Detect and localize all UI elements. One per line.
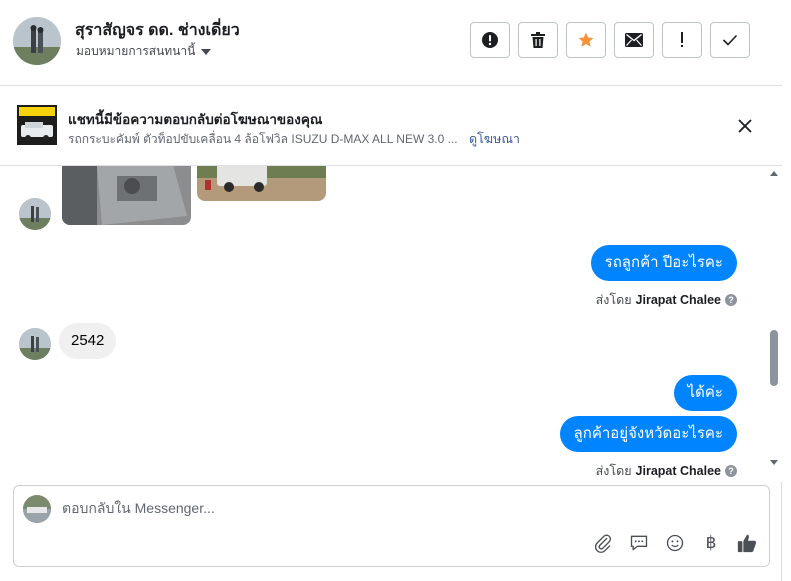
star-icon (578, 32, 594, 47)
envelope-icon (625, 33, 643, 47)
composer-tools: ฿ (592, 532, 758, 554)
ad-banner-description: รถกระบะคัมพ์ ตัวท็อปขับเคลื่อน 4 ล้อโฟวิ… (68, 129, 520, 149)
conversation-actions (470, 22, 750, 58)
assign-label: มอบหมายการสนทนานี้ (76, 44, 196, 58)
page-avatar (23, 495, 51, 523)
contact-avatar-small[interactable] (19, 198, 51, 230)
follow-up-button[interactable] (662, 22, 702, 58)
mark-done-button[interactable] (710, 22, 750, 58)
payment-button[interactable]: ฿ (700, 532, 722, 554)
sent-by-prefix: ส่งโดย (595, 464, 632, 478)
emoji-button[interactable] (664, 532, 686, 554)
like-button[interactable] (736, 532, 758, 554)
exclamation-icon (681, 32, 683, 47)
help-icon[interactable]: ? (725, 294, 737, 306)
help-icon[interactable]: ? (725, 465, 737, 477)
exclamation-circle-icon (482, 32, 498, 48)
incoming-message[interactable]: 2542 (59, 323, 117, 359)
ad-reply-banner: แชทนี้มีข้อความตอบกลับต่อโฆษณาของคุณ รถก… (0, 86, 782, 166)
inbox-conversation-panel: สุราสัญจร ดด. ช่างเดี่ยว มอบหมายการสนทนา… (0, 0, 782, 581)
trash-icon (531, 32, 545, 48)
scroll-up-arrow-icon[interactable] (770, 171, 778, 176)
close-banner-button[interactable] (734, 115, 756, 137)
outgoing-message[interactable]: ลูกค้าอยู่จังหวัดอะไรคะ (559, 416, 737, 452)
image-attachment[interactable] (62, 166, 191, 225)
sender-name[interactable]: Jirapat Chalee (636, 293, 721, 307)
scrollbar-thumb[interactable] (770, 330, 778, 386)
message-thread[interactable]: รถลูกค้า ปีอะไรคะ ส่งโดย Jirapat Chalee … (0, 166, 782, 482)
reply-composer: ฿ (13, 485, 770, 567)
contact-avatar[interactable] (13, 17, 61, 65)
mark-unread-button[interactable] (614, 22, 654, 58)
star-button[interactable] (566, 22, 606, 58)
thumbs-up-icon (737, 534, 757, 553)
emoji-icon (666, 534, 684, 552)
sender-name[interactable]: Jirapat Chalee (636, 464, 721, 478)
image-attachment[interactable] (197, 166, 326, 201)
outgoing-message[interactable]: รถลูกค้า ปีอะไรคะ (590, 245, 737, 281)
sent-by-prefix: ส่งโดย (595, 293, 632, 307)
sent-by-label: ส่งโดย Jirapat Chalee ? (596, 461, 737, 481)
message-scrollbar[interactable] (766, 166, 782, 482)
check-icon (722, 34, 738, 46)
saved-reply-icon (630, 535, 648, 551)
spam-button[interactable] (470, 22, 510, 58)
ad-banner-title: แชทนี้มีข้อความตอบกลับต่อโฆษณาของคุณ (68, 112, 323, 127)
delete-button[interactable] (518, 22, 558, 58)
ad-thumbnail[interactable] (17, 105, 57, 145)
contact-avatar-small[interactable] (19, 328, 51, 360)
attach-button[interactable] (592, 532, 614, 554)
assign-conversation-dropdown[interactable]: มอบหมายการสนทนานี้ (76, 42, 212, 61)
reply-input[interactable] (62, 500, 742, 516)
paperclip-icon (594, 534, 612, 553)
baht-icon: ฿ (705, 533, 717, 552)
ad-description-text: รถกระบะคัมพ์ ตัวท็อปขับเคลื่อน 4 ล้อโฟวิ… (68, 132, 458, 146)
caret-down-icon (201, 48, 212, 55)
saved-replies-button[interactable] (628, 532, 650, 554)
close-icon (738, 119, 752, 133)
conversation-header: สุราสัญจร ดด. ช่างเดี่ยว มอบหมายการสนทนา… (0, 0, 782, 86)
outgoing-message[interactable]: ได้ค่ะ (673, 375, 737, 411)
sent-by-label: ส่งโดย Jirapat Chalee ? (596, 290, 737, 310)
contact-name[interactable]: สุราสัญจร ดด. ช่างเดี่ยว (75, 18, 240, 43)
scroll-down-arrow-icon[interactable] (770, 460, 778, 465)
view-ad-link[interactable]: ดูโฆษณา (469, 132, 520, 146)
